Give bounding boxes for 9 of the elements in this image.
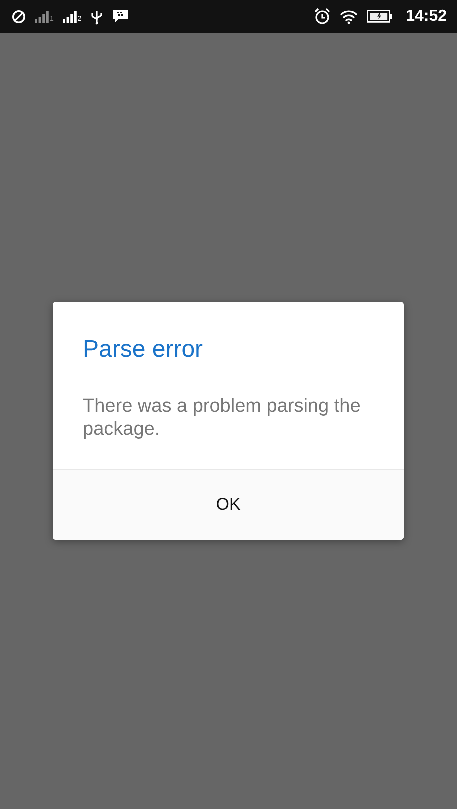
- alarm-clock-icon: [314, 8, 332, 25]
- clock-time: 14:52: [406, 8, 447, 26]
- no-sim-icon: [12, 10, 26, 24]
- dialog-message: There was a problem parsing the package.: [83, 395, 362, 441]
- dialog-title: Parse error: [83, 336, 204, 364]
- chat-icon: [112, 9, 129, 24]
- battery-charging-icon: [367, 10, 394, 23]
- wifi-icon: [340, 10, 358, 24]
- usb-icon: [90, 8, 103, 24]
